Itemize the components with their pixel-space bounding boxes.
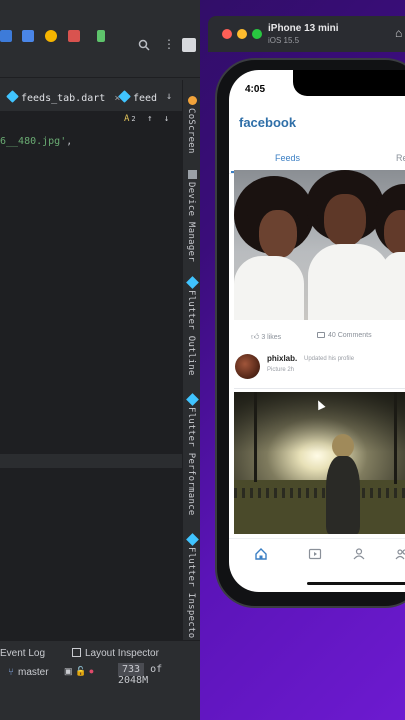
flutter-icon [186, 533, 199, 546]
status-time: 4:05 [245, 84, 266, 95]
comment-icon [317, 332, 325, 338]
post-time: Picture 2h [267, 367, 295, 373]
more-icon[interactable]: ⋮ [163, 37, 175, 51]
event-log-label: Event Log [0, 648, 46, 659]
post-image-girl-sunset[interactable] [234, 392, 405, 534]
phone-screen: 4:05 facebook Feeds Re 👍︎ 3 likes 40 Com… [229, 70, 405, 592]
likes-count: 3 likes [261, 334, 282, 341]
tab-label: feeds_tab.dart [21, 93, 106, 104]
tool-flutter-inspector[interactable]: Flutter Inspector [186, 547, 196, 644]
dart-icon [6, 90, 19, 103]
post-header: phixlab. Updated his profile Picture 2h [229, 352, 405, 382]
avatar-icon[interactable] [182, 38, 196, 52]
zoom-button[interactable] [252, 29, 262, 39]
tab-feed[interactable]: feed [118, 90, 158, 104]
code-string: 6__480.jpg' [0, 136, 67, 147]
editor-separator [0, 454, 182, 468]
bottom-nav [229, 538, 405, 578]
close-button[interactable] [222, 29, 232, 39]
device-name: iPhone 13 mini [268, 23, 339, 34]
home-indicator[interactable] [307, 582, 405, 585]
tool-device-manager[interactable]: Device Manager [186, 182, 196, 262]
mail-icon[interactable] [22, 30, 34, 42]
status-icons: ▣ 🔓 ● [64, 666, 95, 676]
arrow-up-icon[interactable]: ↑ [147, 114, 152, 124]
like-button[interactable]: 👍︎ 3 likes [251, 332, 281, 342]
branch-icon: ⑂ [8, 667, 14, 678]
ide-bottom-bar: Event Log Layout Inspector ⑂ master ▣ 🔓 ●… [0, 640, 200, 720]
ide-toolbar: ⋮ [0, 0, 200, 78]
avatar[interactable] [235, 354, 260, 379]
firebase-icon[interactable] [45, 30, 57, 42]
branch-label: master [18, 667, 49, 678]
search-icon[interactable] [138, 39, 150, 51]
memory-indicator[interactable]: 733 of 2048M [118, 663, 196, 686]
simulator-titlebar: iPhone 13 mini iOS 15.5 ⌂ [208, 16, 405, 52]
event-log-button[interactable]: Event Log [0, 648, 45, 659]
tab-requests[interactable]: Re [396, 153, 405, 163]
post-image-group-photo[interactable] [234, 170, 405, 320]
comments-count: 40 Comments [328, 332, 372, 339]
tool-flutter-outline[interactable]: Flutter Outline [186, 290, 196, 376]
layout-inspector-button[interactable]: Layout Inspector [72, 648, 159, 659]
post-actions: 👍︎ 3 likes 40 Comments [229, 332, 405, 348]
tab-feeds[interactable]: Feeds [275, 153, 300, 163]
notch [293, 70, 405, 96]
ide-window: ⋮ feeds_tab.dart × feed ↓ A2 ↑ ↓ 6__480.… [0, 0, 200, 720]
inspection-count: 2 [131, 115, 136, 123]
code-editor[interactable]: A2 ↑ ↓ 6__480.jpg', [0, 112, 182, 640]
flutter-icon [186, 393, 199, 406]
tab-feeds-tab-dart[interactable]: feeds_tab.dart × [6, 90, 120, 104]
divider [234, 388, 405, 389]
post-action: Updated his profile [304, 356, 355, 362]
app-title: facebook [239, 115, 297, 130]
device-manager-icon [188, 170, 197, 179]
dart-icon [118, 90, 131, 103]
phone-icon[interactable] [97, 30, 105, 42]
git-branch[interactable]: ⑂ master [8, 667, 49, 678]
profile-icon[interactable] [352, 547, 366, 561]
minimize-button[interactable] [237, 29, 247, 39]
tab-label: feed [133, 93, 158, 104]
home-icon[interactable]: ⌂ [395, 26, 402, 40]
arrow-down-icon[interactable]: ↓ [164, 114, 169, 124]
layout-inspector-label: Layout Inspector [85, 648, 159, 659]
coscreen-icon [188, 96, 197, 105]
inspection-widget[interactable]: A2 ↑ ↓ [124, 114, 169, 124]
editor-tabs: feeds_tab.dart × feed ↓ [0, 86, 182, 112]
video-icon[interactable] [308, 547, 322, 561]
tool-coscreen[interactable]: CoScreen [186, 108, 196, 154]
friends-icon[interactable] [395, 547, 405, 561]
post-author[interactable]: phixlab. [267, 354, 297, 363]
chevron-down-icon[interactable]: ↓ [166, 91, 172, 102]
device-os: iOS 15.5 [268, 36, 300, 45]
inspection-label: A [124, 114, 130, 124]
home-icon[interactable] [254, 547, 268, 561]
tool-flutter-performance[interactable]: Flutter Performance [186, 407, 196, 516]
tool-window-strip: CoScreen Device Manager Flutter Outline … [182, 80, 200, 644]
broom-icon[interactable] [68, 30, 80, 42]
layout-inspector-icon [72, 648, 81, 657]
thumbs-up-icon: 👍︎ [251, 332, 260, 341]
comment-button[interactable]: 40 Comments [317, 332, 372, 339]
device-icon[interactable] [0, 30, 12, 42]
flutter-icon [186, 276, 199, 289]
code-line: 6__480.jpg', [0, 136, 72, 147]
code-punct: , [66, 136, 73, 147]
